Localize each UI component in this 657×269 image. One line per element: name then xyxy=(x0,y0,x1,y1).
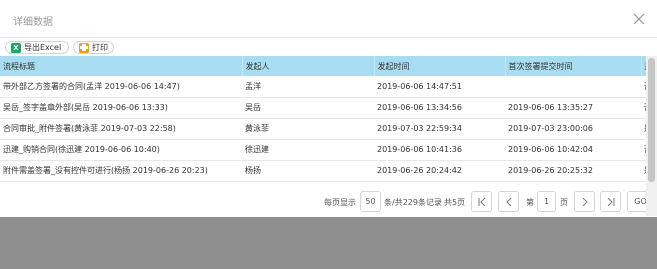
cell-start-time: 2019-07-03 22:59:34 xyxy=(377,124,462,133)
cell-first-submit-time xyxy=(505,76,641,97)
cell-title: 附件需盖签署_没有控件可进行(杨扬 2019-06-26 20:23) xyxy=(3,166,208,175)
printer-icon xyxy=(79,42,89,53)
cell-title: 迅建_购销合同(徐迅建 2019-06-06 10:40) xyxy=(3,145,160,154)
close-icon[interactable] xyxy=(633,13,645,25)
per-page-input[interactable]: 50 xyxy=(360,191,381,212)
cell-start-time: 2019-06-06 10:41:36 xyxy=(377,145,462,154)
cell-start-time: 2019-06-26 20:24:42 xyxy=(377,166,462,175)
table-row[interactable]: 附件需盖签署_没有控件可进行(杨扬 2019-06-26 20:23) 杨扬 2… xyxy=(0,160,657,181)
total-records-label: 条/共229条记录 xyxy=(384,198,442,207)
data-table: 流程标题 发起人 发起时间 首次签署提交时间 是否 带外部乙方签署的合同(孟洋 … xyxy=(0,56,657,182)
toolbar: X 导出Excel 打印 xyxy=(0,38,657,56)
per-page-label: 每页显示 xyxy=(324,198,356,207)
page-number-input[interactable]: 1 xyxy=(537,191,556,212)
chevron-left-icon xyxy=(505,197,511,206)
table-header-row: 流程标题 发起人 发起时间 首次签署提交时间 是否 xyxy=(0,56,657,76)
print-label: 打印 xyxy=(92,43,108,52)
next-page-button[interactable] xyxy=(574,191,595,212)
cell-initiator: 孟洋 xyxy=(245,81,261,91)
page-suffix-label: 页 xyxy=(560,198,568,207)
detail-dialog: 详细数据 X 导出Excel 打印 流程标题 发起人 发起时间 首次签署提交时间… xyxy=(0,0,657,217)
table-row[interactable]: 带外部乙方签署的合同(孟洋 2019-06-06 14:47) 孟洋 2019-… xyxy=(0,76,657,97)
data-grid: 流程标题 发起人 发起时间 首次签署提交时间 是否 带外部乙方签署的合同(孟洋 … xyxy=(0,56,657,188)
first-page-button[interactable] xyxy=(471,191,492,212)
cell-first-submit-time: 2019-06-06 13:35:27 xyxy=(508,103,593,112)
column-header-initiator[interactable]: 发起人 xyxy=(242,56,375,76)
cell-first-submit-time: 2019-06-26 20:25:32 xyxy=(508,166,593,175)
column-header-first-submit-time[interactable]: 首次签署提交时间 xyxy=(505,56,642,76)
page-prefix-label: 第 xyxy=(526,198,534,207)
print-button[interactable]: 打印 xyxy=(73,41,114,54)
first-page-icon xyxy=(478,197,485,206)
last-page-icon xyxy=(607,197,614,206)
cell-initiator: 徐迅建 xyxy=(245,145,269,154)
cell-first-submit-time: 2019-07-03 23:00:06 xyxy=(508,124,593,133)
pagination-bar: 每页显示 50 条/共229条记录 共5页 第 1 页 GO xyxy=(0,188,657,216)
cell-title: 合同审批_附件签署(黄泳菲 2019-07-03 22:58) xyxy=(3,124,176,133)
prev-page-button[interactable] xyxy=(498,191,519,212)
cell-initiator: 杨扬 xyxy=(245,166,261,175)
total-pages-label: 共5页 xyxy=(444,198,466,207)
cell-start-time: 2019-06-06 13:34:56 xyxy=(377,103,462,112)
column-header-start-time[interactable]: 发起时间 xyxy=(374,56,506,76)
table-row[interactable]: 合同审批_附件签署(黄泳菲 2019-07-03 22:58) 黄泳菲 2019… xyxy=(0,118,657,139)
cell-initiator: 黄泳菲 xyxy=(245,124,269,133)
last-page-button[interactable] xyxy=(600,191,621,212)
cell-start-time: 2019-06-06 14:47:51 xyxy=(377,81,462,91)
excel-icon: X xyxy=(11,42,21,53)
dialog-title: 详细数据 xyxy=(13,17,53,28)
table-row[interactable]: 吴岳_签字盖章外部(吴岳 2019-06-06 13:33) 吴岳 2019-0… xyxy=(0,97,657,118)
table-row[interactable]: 迅建_购销合同(徐迅建 2019-06-06 10:40) 徐迅建 2019-0… xyxy=(0,139,657,160)
dialog-header: 详细数据 xyxy=(0,0,657,38)
chevron-right-icon xyxy=(582,197,588,206)
cell-initiator: 吴岳 xyxy=(245,103,261,112)
export-excel-button[interactable]: X 导出Excel xyxy=(5,41,69,54)
cell-first-submit-time: 2019-06-06 10:42:04 xyxy=(508,145,593,154)
cell-title: 吴岳_签字盖章外部(吴岳 2019-06-06 13:33) xyxy=(3,103,168,112)
scrollbar-thumb[interactable] xyxy=(648,58,655,182)
export-excel-label: 导出Excel xyxy=(24,43,62,52)
cell-title: 带外部乙方签署的合同(孟洋 2019-06-06 14:47) xyxy=(3,81,180,91)
column-header-title[interactable]: 流程标题 xyxy=(0,56,243,76)
